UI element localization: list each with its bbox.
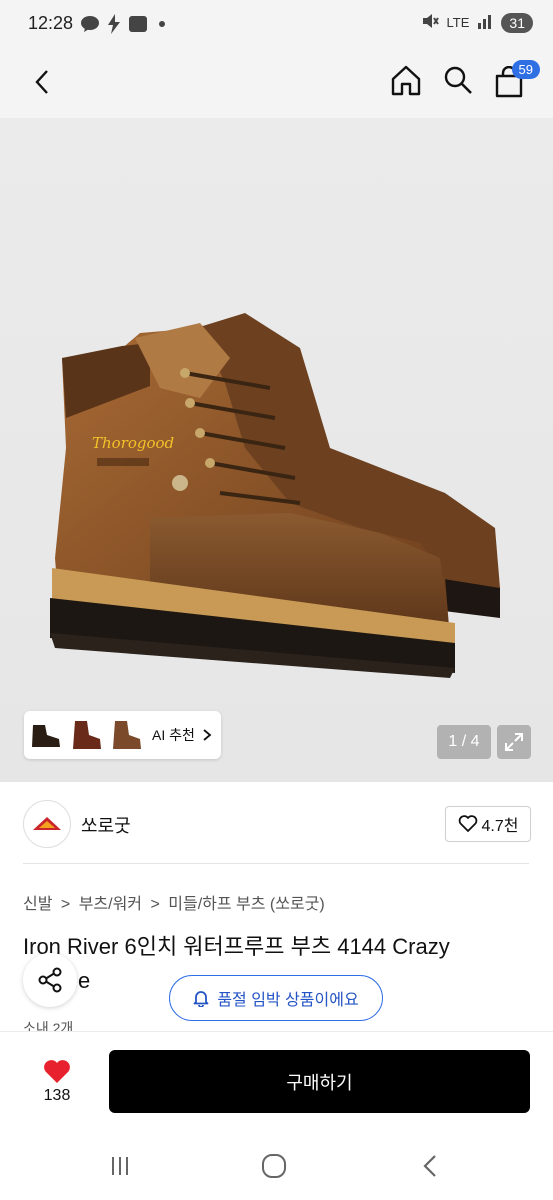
brand-like-button[interactable]: 4.7천 bbox=[445, 806, 531, 842]
ai-recommend-strip[interactable]: AI 추천 bbox=[24, 711, 221, 759]
breadcrumb-separator: > bbox=[150, 896, 160, 913]
ai-recommend-label: AI 추천 bbox=[152, 727, 195, 743]
system-back-button[interactable] bbox=[414, 1150, 446, 1182]
back-arrow-icon bbox=[423, 1155, 436, 1177]
boot-logo: Thorogood bbox=[92, 434, 174, 452]
brand-logo[interactable] bbox=[23, 800, 71, 848]
search-button[interactable] bbox=[440, 62, 476, 98]
heart-outline-icon bbox=[458, 815, 477, 832]
recent-apps-button[interactable] bbox=[104, 1150, 136, 1182]
home-icon bbox=[391, 65, 421, 96]
heart-filled-icon bbox=[44, 1060, 70, 1083]
wishlist-button[interactable]: 138 bbox=[24, 1052, 90, 1112]
breadcrumb-item-shoes[interactable]: 신발 bbox=[23, 896, 52, 913]
soldout-soon-text: 품절 임박 상품이에요 bbox=[217, 992, 359, 1009]
battery-indicator: 31 bbox=[501, 12, 533, 33]
boot-thumb-icon bbox=[73, 721, 101, 749]
status-time: 12:28 bbox=[28, 13, 74, 33]
product-title-continued: e bbox=[78, 968, 91, 993]
chevron-left-icon bbox=[35, 70, 48, 94]
bell-icon bbox=[193, 991, 209, 1007]
ai-recommend-thumb[interactable] bbox=[28, 715, 64, 755]
wishlist-count: 138 bbox=[43, 1087, 71, 1104]
brand-name[interactable]: 쏘로굿 bbox=[81, 812, 131, 838]
boot-thumb-icon bbox=[32, 725, 60, 747]
breadcrumb-item-boots[interactable]: 부츠/워커 bbox=[79, 896, 142, 913]
network-type: LTE bbox=[446, 15, 470, 30]
brand-like-count: 4.7천 bbox=[481, 818, 519, 835]
search-icon bbox=[444, 66, 472, 94]
home-circle-icon bbox=[262, 1154, 286, 1178]
recent-apps-icon bbox=[112, 1157, 128, 1175]
breadcrumb-separator: > bbox=[60, 896, 71, 913]
mute-icon bbox=[421, 12, 439, 33]
talk-notification-icon bbox=[80, 14, 100, 34]
system-navigation-bar bbox=[0, 1132, 553, 1200]
cart-count-badge: 59 bbox=[511, 60, 540, 79]
breadcrumb-item-mid-boots[interactable]: 미들/하프 부츠 (쏘로굿) bbox=[168, 896, 324, 913]
status-bar: 12:28 LTE 31 bbox=[0, 0, 553, 52]
back-button[interactable] bbox=[26, 66, 58, 98]
boot-thumb-icon bbox=[113, 721, 141, 749]
expand-icon bbox=[505, 733, 523, 751]
ai-recommend-thumb[interactable] bbox=[108, 715, 144, 755]
home-button[interactable] bbox=[388, 62, 424, 98]
home-system-button[interactable] bbox=[258, 1150, 290, 1182]
boot-product-image: Thorogood bbox=[50, 313, 500, 678]
cart-button[interactable]: 59 bbox=[492, 58, 540, 102]
brand-logo-icon bbox=[33, 817, 61, 830]
breadcrumb: 신발 > 부츠/워커 > 미들/하프 부츠 (쏘로굿) bbox=[23, 890, 325, 914]
soldout-soon-notice[interactable]: 품절 임박 상품이에요 bbox=[169, 975, 383, 1021]
share-icon bbox=[38, 967, 62, 993]
ai-recommend-thumb[interactable] bbox=[68, 715, 104, 755]
share-button[interactable] bbox=[23, 953, 77, 1007]
status-right: LTE 31 bbox=[421, 12, 533, 33]
top-navigation: 59 bbox=[0, 52, 553, 118]
section-divider bbox=[23, 863, 529, 864]
expand-image-button[interactable] bbox=[497, 725, 531, 759]
buy-button[interactable]: 구매하기 bbox=[109, 1050, 530, 1113]
more-notifications-dot-icon bbox=[158, 14, 166, 34]
signal-icon bbox=[477, 13, 493, 32]
product-image-gallery[interactable]: Thorogood bbox=[0, 118, 553, 782]
chevron-right-icon bbox=[203, 729, 212, 741]
product-title: Iron River 6인치 워터프루프 부츠 4144 Crazy bbox=[23, 934, 450, 959]
bolt-notification-icon bbox=[106, 14, 122, 34]
webtoon-notification-icon bbox=[128, 14, 148, 34]
image-counter: 1 / 4 bbox=[437, 725, 491, 759]
